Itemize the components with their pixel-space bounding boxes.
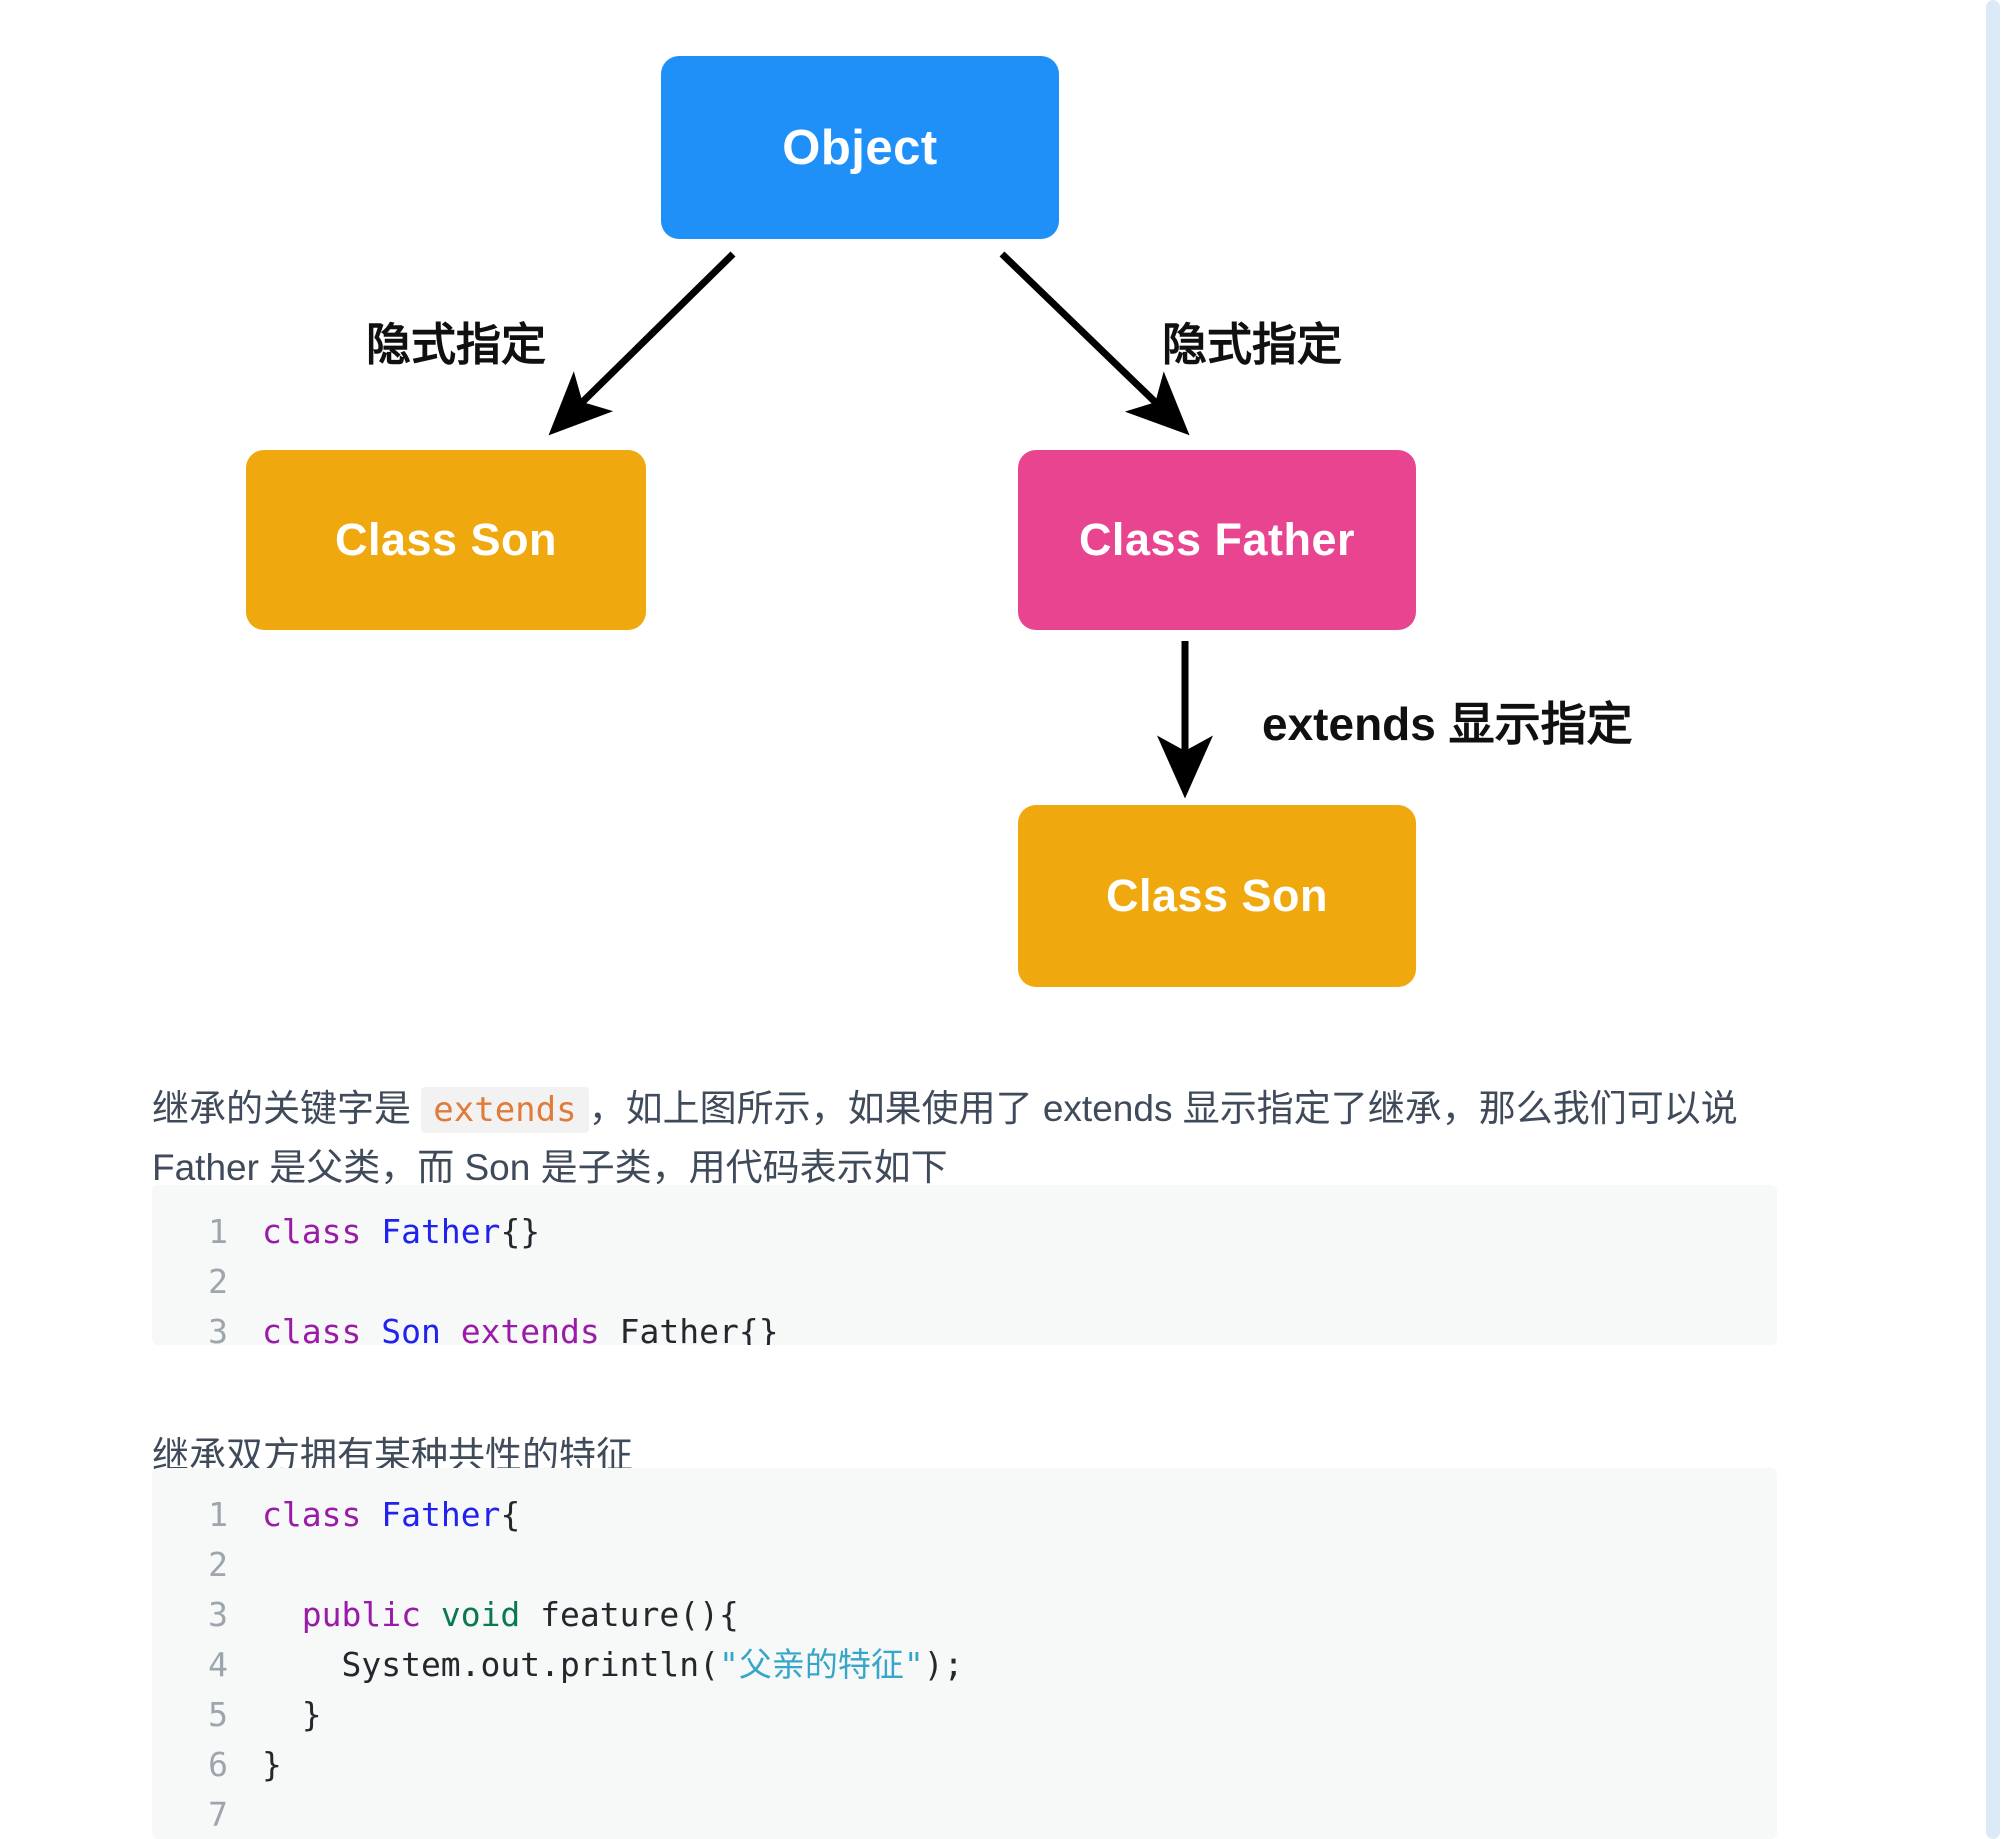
code-line-content: class Son extends Father{} bbox=[262, 1307, 779, 1345]
code-token-keyword: class bbox=[262, 1495, 382, 1534]
code-token-type: void bbox=[440, 1595, 541, 1634]
code-line: 6} bbox=[152, 1740, 1777, 1790]
code-line: 5 } bbox=[152, 1690, 1777, 1740]
code-line: 1 class Father{} bbox=[152, 1207, 1777, 1257]
code-token-plain: { bbox=[500, 1495, 521, 1534]
code-line-content: } bbox=[262, 1740, 282, 1790]
arrow-object-to-father bbox=[999, 251, 1190, 436]
code-line: 4 System.out.println("父亲的特征"); bbox=[152, 1640, 1777, 1690]
code-line-number: 7 bbox=[208, 1795, 228, 1834]
code-line-number: 4 bbox=[208, 1645, 228, 1684]
code-line-content: class Father{ bbox=[262, 1490, 520, 1540]
code-line: 2 bbox=[152, 1540, 1777, 1590]
node-class-father: Class Father bbox=[1018, 450, 1416, 630]
code-token-class: Father bbox=[381, 1212, 501, 1251]
code-line: 3 public void feature(){ bbox=[152, 1590, 1777, 1640]
code-token-keyword: class bbox=[262, 1312, 382, 1345]
code-token-keyword: public bbox=[301, 1595, 441, 1634]
code-token-string: "父亲的特征" bbox=[718, 1645, 924, 1684]
node-class-son-bottom-label: Class Son bbox=[1105, 870, 1329, 921]
code-token-plain: System.out.println( bbox=[262, 1645, 719, 1684]
code-line-content: } bbox=[262, 1690, 322, 1740]
edge-label-implicit-right: 隐式指定 bbox=[1162, 319, 1343, 370]
inheritance-diagram: Object Class Son Class Father Class Son … bbox=[0, 0, 1985, 1010]
code-line-number: 5 bbox=[208, 1695, 228, 1734]
code-line-number: 2 bbox=[208, 1545, 228, 1584]
edge-label-extends-explicit: extends 显示指定 bbox=[1262, 698, 1633, 750]
node-object-label: Object bbox=[782, 120, 938, 175]
code-token-class: Father bbox=[381, 1495, 501, 1534]
code-line: 2 bbox=[152, 1257, 1777, 1307]
node-class-son-bottom: Class Son bbox=[1018, 805, 1416, 987]
code-token-class: Son bbox=[381, 1312, 461, 1345]
code-block-father-feature[interactable]: 1 class Father{2 3 public void feature(){4… bbox=[152, 1468, 1777, 1839]
node-class-son-left: Class Son bbox=[246, 450, 646, 630]
article-page: Object Class Son Class Father Class Son … bbox=[0, 0, 1985, 1839]
code-line-number: 6 bbox=[208, 1745, 228, 1784]
code-token-keyword: extends bbox=[460, 1312, 620, 1345]
code-line-content: System.out.println("父亲的特征"); bbox=[262, 1640, 963, 1690]
node-object: Object bbox=[661, 56, 1059, 239]
code-line-number: 3 bbox=[208, 1312, 228, 1345]
code-token-plain: } bbox=[262, 1695, 322, 1734]
edge-label-implicit-left: 隐式指定 bbox=[366, 319, 547, 370]
code-token-keyword: class bbox=[262, 1212, 382, 1251]
code-line: 1 class Father{ bbox=[152, 1490, 1777, 1540]
code-token-plain: feature(){ bbox=[540, 1595, 739, 1634]
node-class-father-label: Class Father bbox=[1078, 514, 1356, 565]
code-line: 7 bbox=[152, 1790, 1777, 1839]
code-token-plain: Father{} bbox=[619, 1312, 779, 1345]
scrollbar-thumb[interactable] bbox=[1986, 0, 2000, 1839]
code-token-plain: {} bbox=[500, 1212, 541, 1251]
code-token-plain: ); bbox=[923, 1645, 964, 1684]
code-line-number: 1 bbox=[208, 1212, 228, 1251]
paragraph-1-text-before: 继承的关键字是 bbox=[152, 1088, 411, 1129]
code-line-number: 1 bbox=[208, 1495, 228, 1534]
code-block-inheritance-basic[interactable]: 1 class Father{} 2 3 class Son extends Fathe… bbox=[152, 1185, 1777, 1345]
code-token-plain: } bbox=[262, 1745, 282, 1784]
code-line-number: 3 bbox=[208, 1595, 228, 1634]
arrow-object-to-son bbox=[548, 251, 736, 436]
inline-code-extends: extends bbox=[421, 1087, 589, 1133]
code-line: 3 class Son extends Father{} bbox=[152, 1307, 1777, 1345]
node-class-son-left-label: Class Son bbox=[334, 514, 558, 565]
paragraph-extends-keyword: 继承的关键字是 extends ，如上图所示，如果使用了 extends 显示指定… bbox=[152, 1080, 1792, 1196]
code-line-content: class Father{} bbox=[262, 1207, 540, 1257]
code-line-number: 2 bbox=[208, 1262, 228, 1301]
code-line-content: public void feature(){ bbox=[262, 1590, 739, 1640]
vertical-scrollbar[interactable] bbox=[1985, 0, 2002, 1839]
